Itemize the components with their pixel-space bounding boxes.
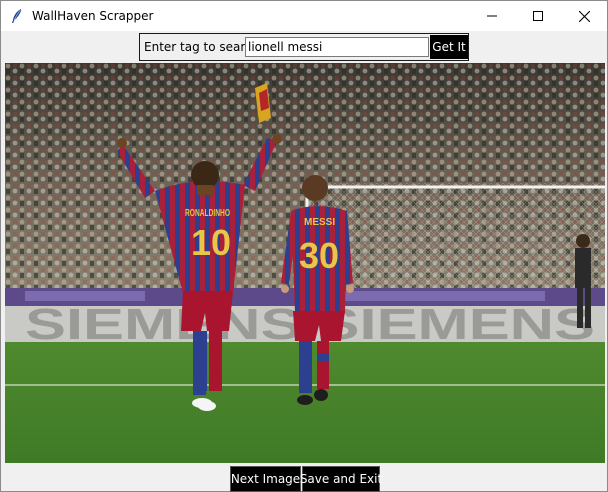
wallpaper-image: SIEMENS SIEMENS RONALDINHO 10 MESSI 30 bbox=[5, 63, 605, 463]
save-and-exit-button[interactable]: Save and Exit bbox=[300, 466, 382, 492]
search-label: Enter tag to search bbox=[144, 40, 260, 54]
search-input[interactable] bbox=[245, 37, 429, 57]
maximize-button[interactable] bbox=[515, 1, 561, 31]
maximize-icon bbox=[533, 11, 543, 21]
app-window: WallHaven Scrapper Enter tag to search G… bbox=[0, 0, 608, 492]
minimize-icon bbox=[487, 15, 497, 17]
next-image-button[interactable]: Next Image bbox=[230, 466, 301, 492]
goalkeeper bbox=[575, 234, 591, 328]
close-button[interactable] bbox=[561, 1, 607, 31]
close-icon bbox=[578, 10, 590, 22]
player-right-number: 30 bbox=[299, 235, 339, 276]
minimize-button[interactable] bbox=[469, 1, 515, 31]
window-title: WallHaven Scrapper bbox=[32, 9, 154, 23]
player-left-number: 10 bbox=[191, 222, 231, 263]
player-left-name: RONALDINHO bbox=[185, 208, 230, 219]
get-it-button[interactable]: Get It bbox=[430, 35, 468, 59]
title-bar: WallHaven Scrapper bbox=[1, 1, 607, 31]
player-right-name: MESSI bbox=[304, 217, 335, 228]
feather-icon bbox=[10, 8, 24, 24]
search-bar: Enter tag to search Get It bbox=[139, 33, 469, 61]
